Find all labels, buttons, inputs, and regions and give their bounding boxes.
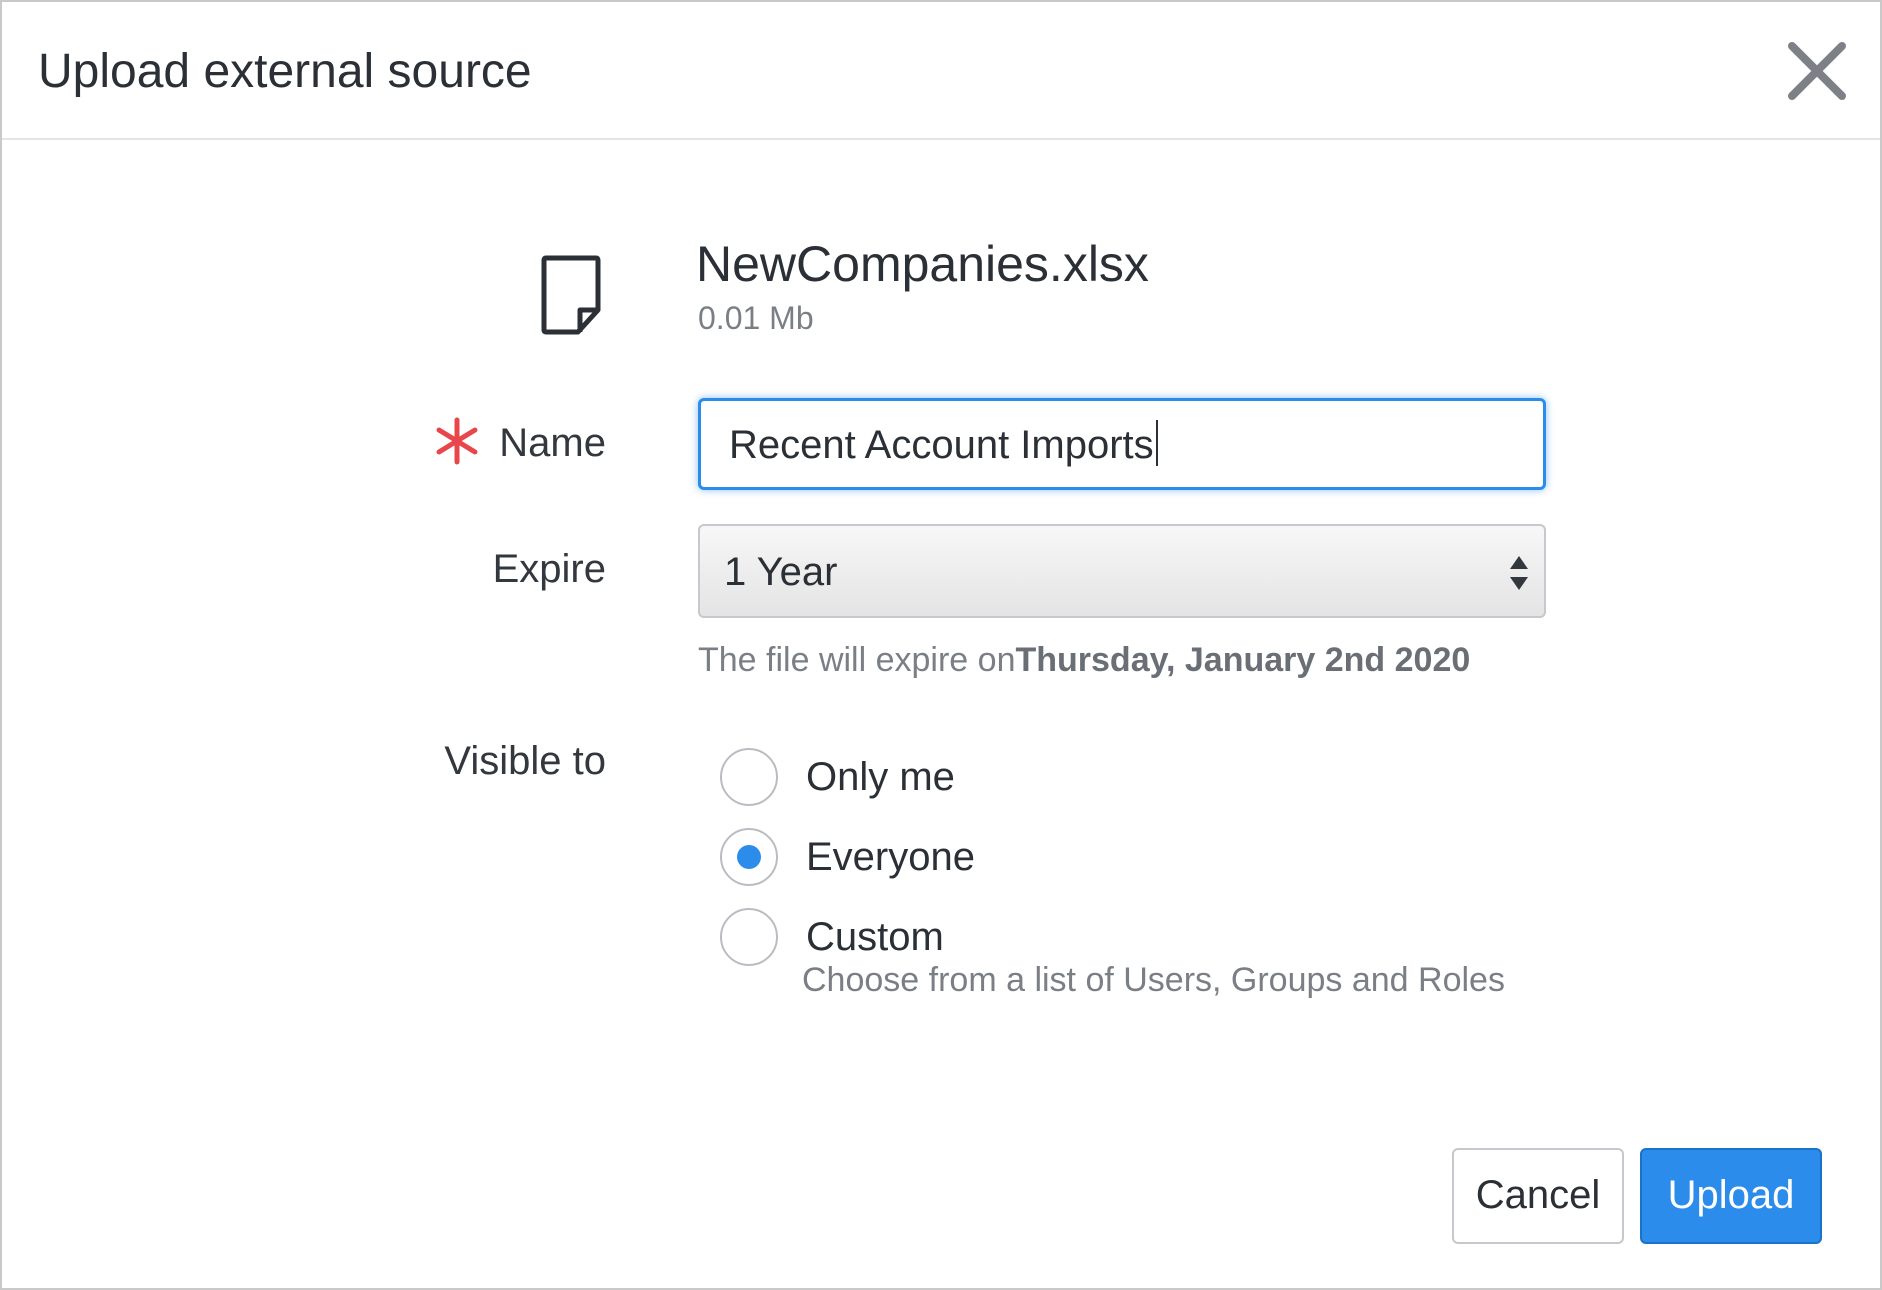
name-input[interactable]: Recent Account Imports — [698, 398, 1546, 490]
close-icon[interactable] — [1784, 38, 1850, 104]
radio-button[interactable] — [720, 748, 778, 806]
name-input-value: Recent Account Imports — [729, 420, 1158, 470]
radio-label: Everyone — [806, 835, 975, 879]
dialog-title: Upload external source — [38, 45, 532, 98]
file-size: 0.01 Mb — [698, 300, 814, 336]
radio-label: Custom — [806, 915, 944, 959]
expire-date: Thursday, January 2nd 2020 — [1015, 641, 1471, 679]
text-caret — [1155, 420, 1158, 466]
file-icon — [540, 254, 604, 338]
expire-label: Expire — [492, 547, 606, 591]
radio-button-selected[interactable] — [720, 828, 778, 886]
dialog-header: Upload external source — [2, 2, 1880, 140]
radio-description: Choose from a list of Users, Groups and … — [802, 961, 1505, 999]
expire-select-value: 1 Year — [724, 550, 838, 594]
radio-label: Only me — [806, 755, 955, 799]
upload-button[interactable]: Upload — [1640, 1148, 1822, 1244]
name-label: Name — [499, 421, 606, 465]
radio-dot — [737, 845, 761, 869]
select-arrows-icon — [1508, 554, 1530, 592]
cancel-button[interactable]: Cancel — [1452, 1148, 1624, 1244]
upload-dialog: Upload external source NewCompanies.xlsx… — [0, 0, 1882, 1290]
expire-hint: The file will expire onThursday, January… — [698, 641, 1471, 679]
visible-to-label: Visible to — [444, 739, 606, 783]
file-name: NewCompanies.xlsx — [696, 236, 1149, 292]
expire-select[interactable]: 1 Year — [698, 524, 1546, 618]
radio-button[interactable] — [720, 908, 778, 966]
